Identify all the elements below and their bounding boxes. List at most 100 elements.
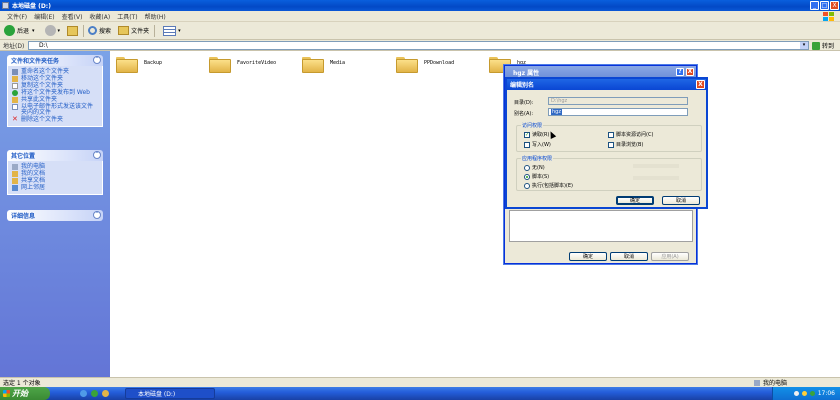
- start-button[interactable]: 开始: [0, 387, 50, 400]
- toolbar: 后退 ▾ ▾ 搜索 文件夹 ▾: [0, 22, 840, 40]
- alias-cancel-button[interactable]: 取消: [662, 196, 700, 205]
- menu-tools[interactable]: 工具(T): [117, 12, 137, 21]
- none-radio[interactable]: 无(N): [524, 164, 545, 171]
- radio-circle-selected: [524, 173, 530, 180]
- go-button[interactable]: 转到: [812, 41, 834, 50]
- write-checkbox[interactable]: 写入(W): [524, 141, 551, 148]
- alias-value: hgz: [551, 109, 562, 115]
- dir-browse-checkbox[interactable]: 目录浏览(B): [608, 141, 643, 148]
- menu-favorites[interactable]: 收藏(A): [89, 12, 110, 21]
- network-icon: [12, 185, 18, 191]
- folder-name: Media: [330, 60, 346, 66]
- edit-alias-dialog: 编辑别名 X 目录(D): D:\hgz 别名(A): hgz 访问权限 ✓ 读…: [505, 77, 708, 209]
- delete-folder-link[interactable]: ✕ 删除这个文件夹: [12, 115, 98, 123]
- folder-item[interactable]: Backup: [116, 55, 163, 73]
- checkbox-box: [608, 131, 614, 138]
- network-tray-icon[interactable]: [801, 391, 807, 396]
- system-tray: 17:06: [772, 387, 840, 400]
- other-places-title: 其它位置: [11, 153, 36, 160]
- search-button[interactable]: 搜索: [88, 26, 111, 35]
- close-button[interactable]: X: [830, 1, 839, 10]
- forward-button[interactable]: ▾: [39, 25, 61, 36]
- faded-background-text: [633, 164, 679, 168]
- maximize-button[interactable]: □: [820, 1, 829, 10]
- security-tray-icon[interactable]: [809, 391, 815, 396]
- collapse-icon[interactable]: ˄: [93, 56, 101, 64]
- volume-icon[interactable]: [793, 391, 799, 396]
- show-desktop-icon[interactable]: [102, 390, 109, 397]
- address-dropdown-button[interactable]: ▾: [800, 42, 808, 49]
- help-button[interactable]: ?: [676, 68, 684, 76]
- script-source-label: 脚本资源访问(C): [616, 132, 654, 138]
- documents-folder-icon: [12, 171, 18, 177]
- properties-close-button[interactable]: X: [686, 68, 694, 76]
- alias-ok-button[interactable]: 确定: [616, 196, 654, 205]
- address-input[interactable]: D:\ ▾: [28, 41, 809, 50]
- other-places-box: 其它位置 ˄ 我的电脑 我的文档 共享文档 网上邻居: [7, 150, 103, 195]
- chevron-down-icon: ▾: [178, 27, 181, 34]
- views-button[interactable]: ▾: [159, 25, 181, 36]
- execute-radio[interactable]: 执行(包括脚本)(E): [524, 182, 573, 189]
- toolbar-separator: [83, 24, 85, 37]
- checkbox-box: [524, 141, 530, 148]
- execute-label: 执行(包括脚本)(E): [532, 183, 573, 189]
- menu-view[interactable]: 查看(V): [62, 12, 83, 21]
- computer-icon: [754, 379, 760, 386]
- file-tasks-title: 文件和文件夹任务: [11, 58, 60, 65]
- directory-value: D:\hgz: [551, 98, 568, 104]
- folder-name: FavoriteVideo: [237, 60, 277, 66]
- folders-button[interactable]: 文件夹: [115, 26, 149, 35]
- menu-help[interactable]: 帮助(H): [145, 12, 166, 21]
- directory-label: 目录(D):: [514, 100, 534, 106]
- back-button[interactable]: 后退 ▾: [4, 25, 35, 36]
- folder-icon: [396, 55, 418, 73]
- write-label: 写入(W): [532, 142, 551, 148]
- menu-file[interactable]: 文件(F): [7, 12, 27, 21]
- address-value: D:\: [39, 42, 48, 49]
- read-checkbox[interactable]: ✓ 读取(R): [524, 131, 549, 138]
- views-icon: [163, 25, 177, 36]
- address-bar: 地址(D) D:\ ▾ 转到: [0, 40, 840, 51]
- media-player-icon[interactable]: [91, 390, 98, 397]
- collapse-icon[interactable]: ˄: [93, 151, 101, 159]
- up-button[interactable]: [64, 25, 79, 36]
- other-places-header[interactable]: 其它位置 ˄: [7, 150, 103, 161]
- ie-icon[interactable]: [80, 390, 87, 397]
- network-places-link[interactable]: 网上邻居: [12, 185, 98, 191]
- properties-apply-button[interactable]: 应用(A): [651, 252, 689, 261]
- properties-title: hgz 属性: [513, 69, 540, 77]
- rename-icon: [12, 69, 18, 75]
- search-icon: [88, 26, 98, 35]
- chevron-down-icon: ▾: [57, 27, 61, 34]
- properties-ok-button[interactable]: 确定: [569, 252, 607, 261]
- shared-folder-icon: [12, 178, 18, 184]
- forward-arrow-icon: [44, 25, 56, 36]
- file-tasks-header[interactable]: 文件和文件夹任务 ˄: [7, 55, 103, 66]
- alias-close-button[interactable]: X: [696, 80, 705, 89]
- folder-item[interactable]: FavoriteVideo: [209, 55, 277, 73]
- menu-bar: 文件(F) 编辑(E) 查看(V) 收藏(A) 工具(T) 帮助(H): [0, 11, 840, 22]
- folder-icon: [209, 55, 231, 73]
- radio-circle: [524, 164, 530, 171]
- details-header[interactable]: 详细信息 ˅: [7, 210, 103, 221]
- expand-icon[interactable]: ˅: [93, 211, 101, 219]
- folder-item[interactable]: PPDownload: [396, 55, 455, 73]
- taskbar-window-button[interactable]: 本地磁盘 (D:): [125, 388, 215, 399]
- go-arrow-icon: [812, 41, 820, 50]
- folder-icon: [116, 55, 138, 73]
- menu-edit[interactable]: 编辑(E): [34, 12, 54, 21]
- taskbar-window-label: 本地磁盘 (D:): [138, 391, 176, 398]
- email-files-link[interactable]: 以电子邮件形式发送该文件夹内的文件: [12, 104, 98, 116]
- delete-x-icon: ✕: [12, 115, 18, 123]
- folder-item[interactable]: Media: [302, 55, 346, 73]
- alias-input[interactable]: hgz: [548, 108, 688, 116]
- properties-cancel-button[interactable]: 取消: [610, 252, 648, 261]
- scripts-radio[interactable]: 脚本(S): [524, 173, 549, 180]
- folder-name: PPDownload: [424, 60, 455, 66]
- minimize-button[interactable]: _: [810, 1, 819, 10]
- computer-icon: [12, 164, 18, 170]
- start-label: 开始: [12, 389, 28, 398]
- search-label: 搜索: [99, 28, 112, 35]
- script-source-checkbox[interactable]: 脚本资源访问(C): [608, 131, 653, 138]
- folder-name: Backup: [144, 60, 163, 66]
